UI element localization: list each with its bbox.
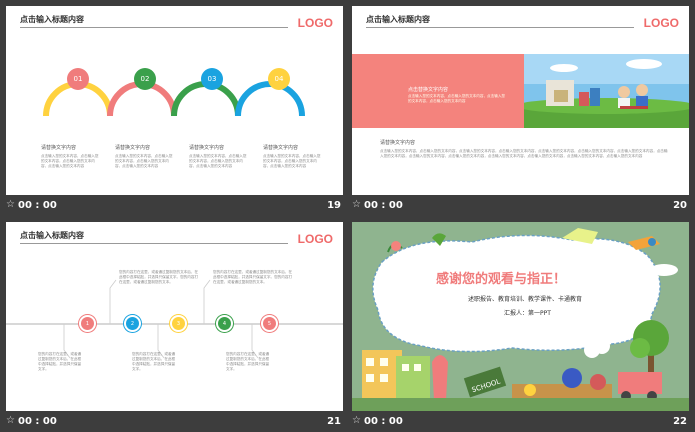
bottom-text-1: 您的内容打在这里，或者通过复制您的文本后，在此框中选择粘贴，并选择只保留文字。 <box>38 352 82 371</box>
timing: 00 : 00 <box>364 416 403 427</box>
step-circle-04: 04 <box>268 68 290 90</box>
banner-panel: 点击替换文字内容 点击输入您的文本内容，点击输入您的文本内容，点击输入您的文本内… <box>352 54 524 128</box>
slide-number: 21 <box>327 416 341 427</box>
body-heading: 请替换文字内容 <box>380 140 416 146</box>
arc-4 <box>235 81 305 117</box>
timing: 00 : 00 <box>18 416 57 427</box>
bottom-text-2: 您的内容打在这里，或者通过复制您的文本后，在此框中选择粘贴，并选择只保留文字。 <box>132 352 176 371</box>
timing: 00 : 00 <box>18 200 57 211</box>
slide-thumbnail-21[interactable]: 点击输入标题内容 LOGO 1 2 3 4 5 您的内容打在这里，或者通过复制您… <box>6 222 343 411</box>
banner-heading: 点击替换文字内容 <box>408 87 449 93</box>
step-heading: 请替换文字内容 <box>189 145 225 151</box>
step-block-4: 请替换文字内容 点击输入您的文本内容，点击输入您的文本内容，点击输入您的文本内容… <box>263 144 323 169</box>
timeline-node-2: 2 <box>124 315 141 332</box>
timeline-node-1: 1 <box>79 315 96 332</box>
timeline-node-3: 3 <box>170 315 187 332</box>
step-heading: 请替换文字内容 <box>41 145 77 151</box>
timeline-node-4: 4 <box>216 315 233 332</box>
top-text-2: 您的内容打在这里，或者通过复制您的文本后，在此框中选择粘贴，并选择只保留文字。您… <box>213 270 293 284</box>
closing-heading: 感谢您的观看与指正！ <box>436 272 567 287</box>
step-circle-02: 02 <box>134 68 156 90</box>
star-icon[interactable]: ☆ <box>6 199 15 210</box>
slide-number: 22 <box>673 416 687 427</box>
step-circle-01: 01 <box>67 68 89 90</box>
photo-children-reading <box>524 54 689 128</box>
bottom-text-3: 您的内容打在这里，或者通过复制您的文本后，在此框中选择粘贴，并选择只保留文字。 <box>226 352 270 371</box>
step-circle-03: 03 <box>201 68 223 90</box>
slide-number: 20 <box>673 200 687 211</box>
closing-subheading: 述职报告、教育培训、教学课件、卡通教育 <box>468 296 583 303</box>
step-text: 点击输入您的文本内容，点击输入您的文本内容，点击输入您的文本内容，点击输入您的文… <box>41 154 99 168</box>
body-text: 点击输入您的文本内容，点击输入您的文本内容，点击输入您的文本内容，点击输入您的文… <box>380 149 668 158</box>
step-text: 点击输入您的文本内容，点击输入您的文本内容，点击输入您的文本内容，点击输入您的文… <box>115 154 173 168</box>
step-heading: 请替换文字内容 <box>115 145 151 151</box>
slide-thumbnail-19[interactable]: 点击输入标题内容 LOGO 01 02 03 04 请替换文字内容 点击输入您的… <box>6 6 343 195</box>
slide-footer-22: ☆ 00 : 00 22 <box>352 413 689 432</box>
timeline-node-5: 5 <box>261 315 278 332</box>
step-text: 点击输入您的文本内容，点击输入您的文本内容，点击输入您的文本内容，点击输入您的文… <box>263 154 321 168</box>
logo: LOGO <box>643 16 679 30</box>
slide-thumbnail-22[interactable]: SCHOOL 感谢您的观看与指正！ 述职报告、教育培训、教学课件、卡通教育 汇报… <box>352 222 689 411</box>
slide-footer-19: ☆ 00 : 00 19 <box>6 197 343 217</box>
star-icon[interactable]: ☆ <box>6 415 15 426</box>
top-text-1: 您的内容打在这里，或者通过复制您的文本后，在此框中选择粘贴，并选择只保留文字。您… <box>119 270 199 284</box>
step-heading: 请替换文字内容 <box>263 145 299 151</box>
title-divider <box>366 27 634 28</box>
step-block-3: 请替换文字内容 点击输入您的文本内容，点击输入您的文本内容，点击输入您的文本内容… <box>189 144 249 169</box>
slide-footer-21: ☆ 00 : 00 21 <box>6 413 343 432</box>
slide-number: 19 <box>327 200 341 211</box>
slide-thumbnail-20[interactable]: 点击输入标题内容 LOGO 点击替换文字内容 点击输入您的文本内容，点击输入您的… <box>352 6 689 195</box>
reporter-label: 汇报人：第一PPT <box>504 310 551 317</box>
step-text: 点击输入您的文本内容，点击输入您的文本内容，点击输入您的文本内容，点击输入您的文… <box>189 154 247 168</box>
banner-text: 点击输入您的文本内容，点击输入您的文本内容，点击输入您的文本内容，点击输入您的文… <box>408 94 506 103</box>
star-icon[interactable]: ☆ <box>352 199 361 210</box>
star-icon[interactable]: ☆ <box>352 415 361 426</box>
step-block-1: 请替换文字内容 点击输入您的文本内容，点击输入您的文本内容，点击输入您的文本内容… <box>41 144 101 169</box>
timing: 00 : 00 <box>364 200 403 211</box>
slide-footer-20: ☆ 00 : 00 20 <box>352 197 689 217</box>
slide-title: 点击输入标题内容 <box>366 15 430 24</box>
step-block-2: 请替换文字内容 点击输入您的文本内容，点击输入您的文本内容，点击输入您的文本内容… <box>115 144 175 169</box>
